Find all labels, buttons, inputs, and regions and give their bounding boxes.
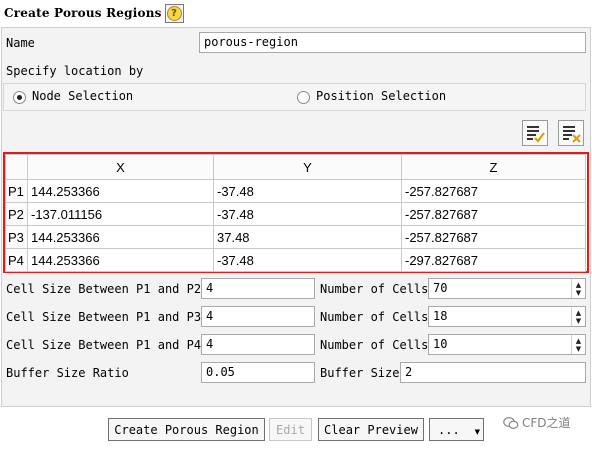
table-row: P3 144.253366 37.48 -257.827687: [5, 225, 586, 249]
x-cell[interactable]: 144.253366: [27, 248, 214, 272]
clear-selection-icon: [563, 126, 581, 143]
name-input[interactable]: porous-region: [199, 32, 586, 53]
position-selection-label[interactable]: Position Selection: [316, 89, 446, 103]
z-cell[interactable]: -257.827687: [401, 225, 586, 249]
stepper-arrows-icon[interactable]: ▲ ▼: [571, 307, 585, 326]
cell-size-p1-p3-label: Cell Size Between P1 and P3: [6, 310, 202, 324]
chevron-down-icon: ▼: [474, 428, 480, 436]
corner-header: [5, 154, 28, 180]
dialog-title: Create Porous Regions: [4, 6, 162, 20]
buffer-size-input[interactable]: 2: [400, 362, 586, 383]
row-header: P4: [5, 248, 28, 272]
select-all-button[interactable]: [522, 120, 548, 146]
y-cell[interactable]: -37.48: [213, 179, 402, 203]
x-cell[interactable]: 144.253366: [27, 179, 214, 203]
row-header: P2: [5, 202, 28, 226]
table-row: P1 144.253366 -37.48 -257.827687: [5, 179, 586, 203]
position-selection-radio[interactable]: [297, 91, 310, 104]
table-row: P4 144.253366 -37.48 -297.827687: [5, 248, 586, 272]
cell-count-p1-p4-stepper[interactable]: 10 ▲ ▼: [428, 334, 586, 355]
node-selection-radio[interactable]: [13, 91, 26, 104]
cell-size-p1-p2-input[interactable]: 4: [201, 278, 315, 299]
cell-size-p1-p4-label: Cell Size Between P1 and P4: [6, 338, 202, 352]
clear-preview-button[interactable]: Clear Preview: [318, 418, 424, 441]
question-icon: ?: [166, 5, 182, 21]
name-label: Name: [6, 36, 35, 50]
cell-size-p1-p2-label: Cell Size Between P1 and P2: [6, 282, 202, 296]
cell-count-p1-p3-stepper[interactable]: 18 ▲ ▼: [428, 306, 586, 327]
cell-size-p1-p3-input[interactable]: 4: [201, 306, 315, 327]
row-header: P1: [5, 179, 28, 203]
stepper-arrows-icon[interactable]: ▲ ▼: [571, 335, 585, 354]
row-header: P3: [5, 225, 28, 249]
select-all-icon: [527, 126, 545, 143]
table-header-row: X Y Z: [5, 154, 586, 180]
z-cell[interactable]: -297.827687: [401, 248, 586, 272]
location-group: Node Selection Position Selection: [3, 83, 586, 111]
cell-size-p1-p4-input[interactable]: 4: [201, 334, 315, 355]
z-cell[interactable]: -257.827687: [401, 179, 586, 203]
cell-count-p1-p3-label: Number of Cells: [320, 310, 429, 324]
edit-button[interactable]: Edit: [269, 418, 312, 441]
location-label: Specify location by: [6, 64, 144, 78]
node-selection-label[interactable]: Node Selection: [32, 89, 133, 103]
x-cell[interactable]: 144.253366: [27, 225, 214, 249]
y-cell[interactable]: 37.48: [213, 225, 402, 249]
cell-count-value: 70: [433, 281, 448, 295]
dialog-title-bar: Create Porous Regions ?: [0, 0, 592, 26]
z-column-header: Z: [401, 154, 586, 180]
stepper-arrows-icon[interactable]: ▲ ▼: [571, 279, 585, 298]
more-options-dropdown[interactable]: ... ▼: [429, 418, 484, 441]
watermark-text: CFD之道: [522, 416, 571, 430]
y-column-header: Y: [213, 154, 402, 180]
wechat-icon: [503, 416, 519, 429]
y-cell[interactable]: -37.48: [213, 202, 402, 226]
buffer-ratio-input[interactable]: 0.05: [201, 362, 315, 383]
clear-selection-button[interactable]: [558, 120, 584, 146]
table-row: P2 -137.011156 -37.48 -257.827687: [5, 202, 586, 226]
points-table: X Y Z P1 144.253366 -37.48 -257.827687 P…: [3, 152, 589, 273]
y-cell[interactable]: -37.48: [213, 248, 402, 272]
buffer-ratio-label: Buffer Size Ratio: [6, 366, 129, 380]
create-porous-region-button[interactable]: Create Porous Region: [108, 418, 265, 441]
cell-count-p1-p2-stepper[interactable]: 70 ▲ ▼: [428, 278, 586, 299]
cell-count-value: 10: [433, 337, 448, 351]
x-cell[interactable]: -137.011156: [27, 202, 214, 226]
cell-count-p1-p2-label: Number of Cells: [320, 282, 429, 296]
help-button[interactable]: ?: [164, 3, 184, 23]
z-cell[interactable]: -257.827687: [401, 202, 586, 226]
cell-count-value: 18: [433, 309, 448, 323]
watermark: CFD之道: [503, 414, 571, 431]
x-column-header: X: [27, 154, 214, 180]
cell-count-p1-p4-label: Number of Cells: [320, 338, 429, 352]
buffer-size-label: Buffer Size: [320, 366, 400, 380]
more-options-label: ...: [438, 422, 460, 437]
